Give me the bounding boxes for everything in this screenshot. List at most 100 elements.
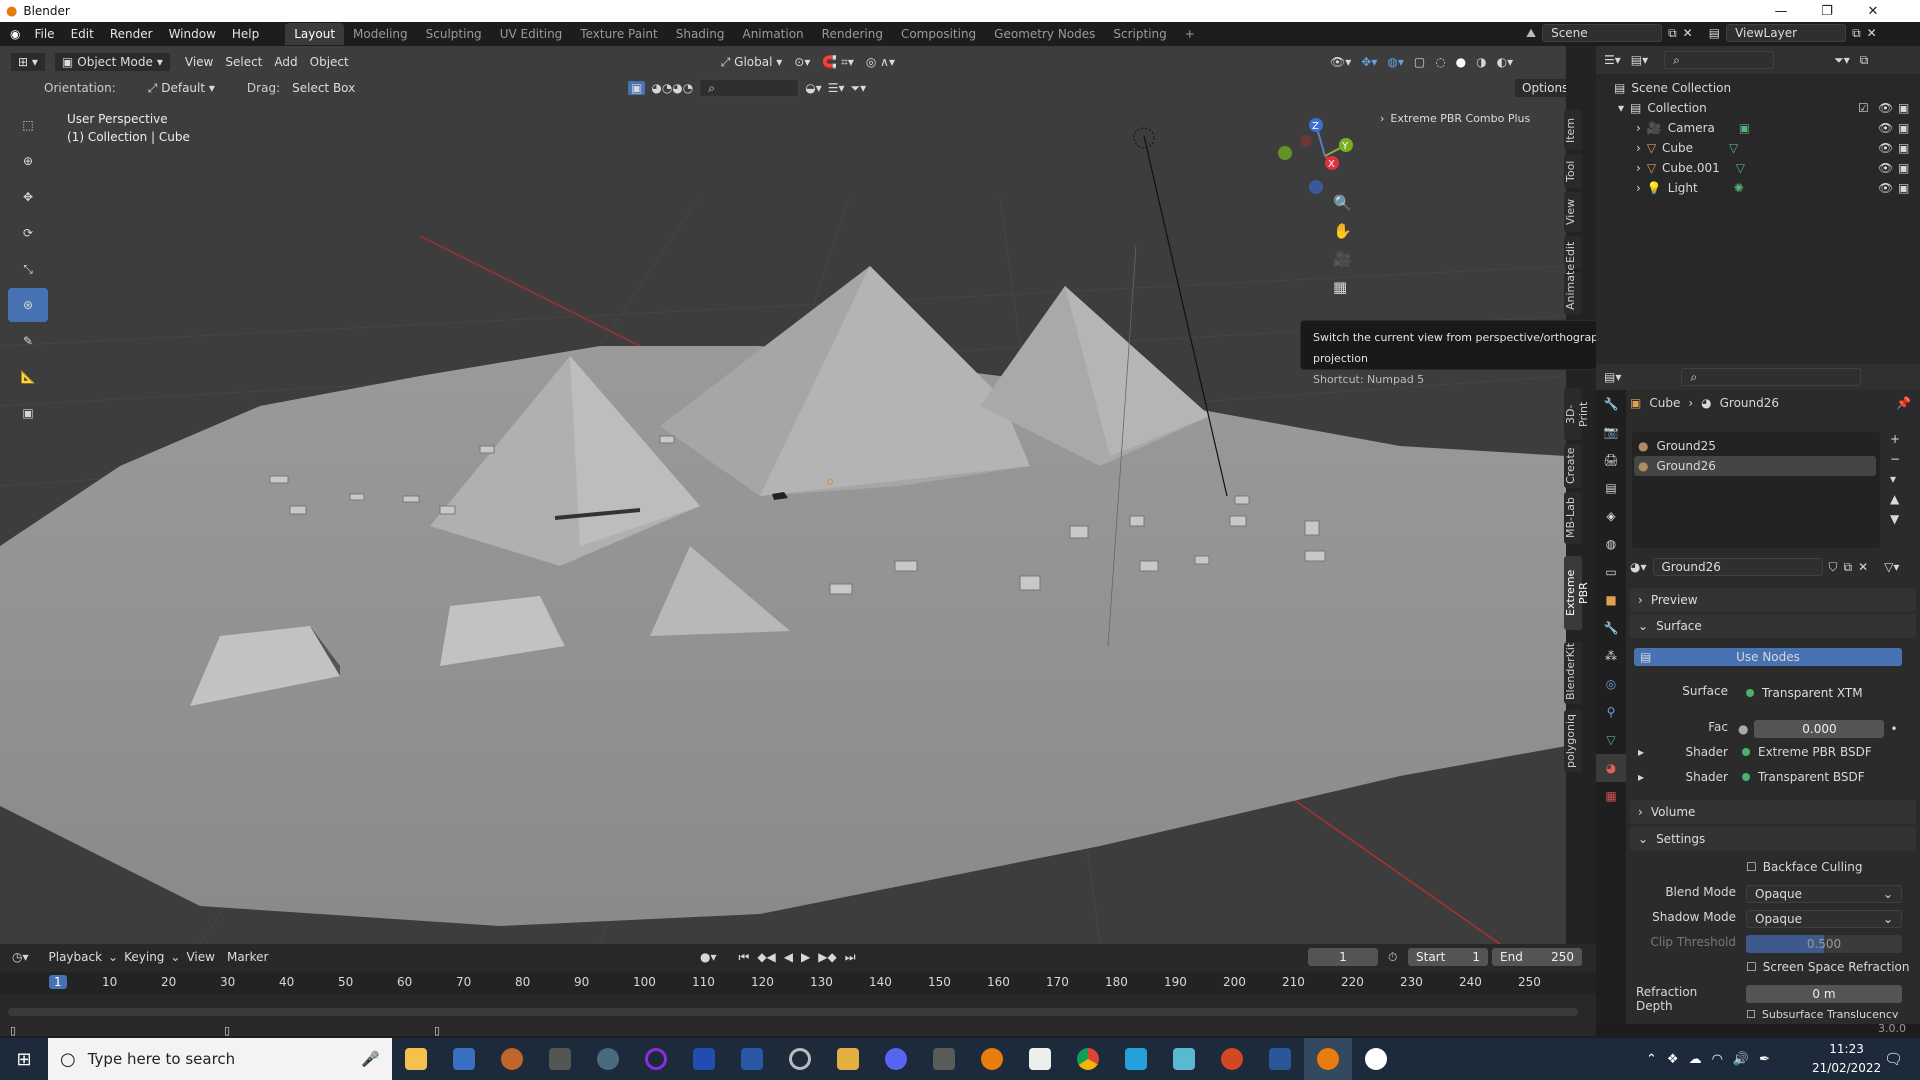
- npanel-addon-header[interactable]: › Extreme PBR Combo Plus: [1380, 108, 1566, 128]
- plane-app-icon[interactable]: [920, 1038, 968, 1080]
- material-shading-icon[interactable]: ◑: [1476, 55, 1486, 69]
- use-nodes-button[interactable]: ▤ Use Nodes: [1634, 648, 1902, 666]
- preview-range-icon[interactable]: ⏱: [1388, 950, 1397, 965]
- tab-layout[interactable]: Layout: [285, 23, 345, 45]
- dropbox-icon[interactable]: ❖: [1667, 1052, 1679, 1067]
- 3d-viewport[interactable]: ⊞ ▾ ▣ Object Mode ▾ View Select Add Obje…: [0, 46, 1566, 944]
- side-tab-tool[interactable]: Tool: [1564, 154, 1582, 188]
- xray-icon[interactable]: ▢: [1414, 55, 1425, 69]
- davinci-app-icon[interactable]: [584, 1038, 632, 1080]
- expand-arrow-icon[interactable]: ›: [1636, 181, 1641, 195]
- microphone-icon[interactable]: 🎤: [361, 1050, 380, 1068]
- menu-edit[interactable]: Edit: [63, 27, 102, 41]
- taskbar-clock[interactable]: 11:23 21/02/2022: [1812, 1040, 1881, 1078]
- start-frame-field[interactable]: Start 1: [1408, 948, 1488, 966]
- material-slot-ground25[interactable]: ● Ground25: [1638, 436, 1716, 456]
- backface-culling-checkbox[interactable]: ☐ Backface Culling: [1746, 860, 1862, 874]
- expand-arrow-icon[interactable]: ›: [1636, 121, 1641, 135]
- notifications-icon[interactable]: 🗨: [1884, 1050, 1903, 1068]
- transform-orientation-selector[interactable]: ⤢ Global ▾: [715, 55, 789, 70]
- subsurface-translucency-checkbox[interactable]: ☐ Subsurface Translucency: [1746, 1008, 1898, 1018]
- unlink-material-icon[interactable]: ✕: [1858, 560, 1868, 574]
- add-slot-button[interactable]: +: [1890, 432, 1900, 446]
- side-tab-3d-print[interactable]: 3D-Print: [1564, 388, 1590, 440]
- modifier-properties-icon[interactable]: 🔧: [1596, 614, 1626, 642]
- word-icon[interactable]: [1256, 1038, 1304, 1080]
- unity-app-icon[interactable]: [1016, 1038, 1064, 1080]
- side-tab-view[interactable]: View: [1564, 192, 1582, 232]
- discord-icon[interactable]: [872, 1038, 920, 1080]
- powerpoint-icon[interactable]: [1208, 1038, 1256, 1080]
- orientation-selector[interactable]: ⤢ Default ▾: [142, 81, 221, 96]
- menu-file[interactable]: File: [26, 27, 62, 41]
- tab-modeling[interactable]: Modeling: [344, 23, 417, 45]
- render-camera-icon[interactable]: ▣: [1898, 161, 1909, 175]
- material-browse-icon[interactable]: ◕▾: [1630, 560, 1647, 574]
- record-icon[interactable]: ●▾: [700, 950, 717, 964]
- wifi-icon[interactable]: ◠: [1712, 1052, 1723, 1067]
- tab-sculpting[interactable]: Sculpting: [417, 23, 491, 45]
- render-camera-icon[interactable]: ▣: [1898, 181, 1909, 195]
- tab-geometry-nodes[interactable]: Geometry Nodes: [985, 23, 1104, 45]
- blender-app-icon-1[interactable]: [488, 1038, 536, 1080]
- move-tool-icon[interactable]: ✥: [8, 180, 48, 214]
- render-preview-icon[interactable]: ◕◔◕◔: [651, 81, 693, 95]
- photos-app-icon[interactable]: [1112, 1038, 1160, 1080]
- pin-icon[interactable]: 📌: [1896, 396, 1911, 410]
- current-frame-field[interactable]: 1: [1308, 948, 1378, 966]
- select-mode-icon[interactable]: ▣: [628, 81, 646, 95]
- cursor-tool-icon[interactable]: ⊕: [8, 144, 48, 178]
- zoom-icon[interactable]: 🔍: [1333, 194, 1352, 212]
- visibility-eye-icon[interactable]: 👁: [1878, 181, 1893, 195]
- play-reverse-icon[interactable]: ◀: [784, 950, 793, 964]
- layer-icon[interactable]: ◒▾: [805, 81, 822, 95]
- menu-window[interactable]: Window: [161, 27, 224, 41]
- particles-properties-icon[interactable]: ⁂: [1596, 642, 1626, 670]
- minimize-button[interactable]: —: [1758, 0, 1804, 22]
- display-mode-icon[interactable]: ▤▾: [1631, 53, 1648, 67]
- frame-ruler[interactable]: 1 10 20 30 40 50 60 70 80 90 100 110 120 130 140 150 160…: [0, 972, 1596, 994]
- tab-texture-paint[interactable]: Texture Paint: [571, 23, 666, 45]
- outliner-item-camera[interactable]: › 🎥 Camera ▣ 👁 ▣: [1596, 118, 1920, 138]
- blender-logo-icon[interactable]: ◉: [10, 27, 20, 41]
- exclude-checkbox[interactable]: ☑: [1858, 101, 1869, 115]
- onedrive-icon[interactable]: ☁: [1689, 1052, 1702, 1067]
- add-cube-tool-icon[interactable]: ▣: [8, 396, 48, 430]
- rendered-shading-icon[interactable]: ◐▾: [1497, 55, 1514, 69]
- windows-start-icon[interactable]: ⊞: [0, 1038, 48, 1080]
- scene-icon[interactable]: ⛰: [1526, 26, 1536, 41]
- side-tab-blenderkit[interactable]: BlenderKit: [1564, 642, 1582, 704]
- side-tab-mb-lab[interactable]: MB-Lab: [1564, 492, 1582, 544]
- menu-view[interactable]: View: [180, 950, 220, 964]
- clip-threshold-slider[interactable]: 0.500: [1746, 935, 1902, 953]
- move-up-icon[interactable]: ▲: [1890, 492, 1900, 506]
- render-camera-icon[interactable]: ▣: [1898, 121, 1909, 135]
- taskbar-search-box[interactable]: ○ Type here to search 🎤: [48, 1038, 392, 1080]
- chrome-icon[interactable]: [1064, 1038, 1112, 1080]
- measure-tool-icon[interactable]: 📐: [8, 360, 48, 394]
- material-name-field[interactable]: Ground26: [1652, 558, 1823, 576]
- file-explorer-icon[interactable]: [392, 1038, 440, 1080]
- scene-properties-icon[interactable]: ◈: [1596, 502, 1626, 530]
- cube-app-icon[interactable]: [1160, 1038, 1208, 1080]
- editor-type-button[interactable]: ⊞ ▾: [10, 52, 46, 72]
- transform-tool-icon[interactable]: ⊛: [8, 288, 48, 322]
- remove-slot-button[interactable]: −: [1890, 452, 1900, 466]
- settings-wheel-icon[interactable]: [776, 1038, 824, 1080]
- new-collection-icon[interactable]: ⧉: [1860, 53, 1869, 68]
- outliner-filter-icon[interactable]: ⏷▾: [1834, 53, 1850, 68]
- tool-search-input[interactable]: ⌕: [699, 79, 800, 97]
- link-type-icon[interactable]: ▽▾: [1884, 560, 1899, 574]
- expand-arrow-icon[interactable]: ›: [1636, 141, 1641, 155]
- properties-editor-icon[interactable]: ▤▾: [1604, 370, 1621, 384]
- constraints-properties-icon[interactable]: ⚲: [1596, 698, 1626, 726]
- visibility-eye-icon[interactable]: 👁: [1878, 141, 1893, 155]
- output-properties-icon[interactable]: 🖨: [1596, 446, 1626, 474]
- tab-rendering[interactable]: Rendering: [813, 23, 892, 45]
- notes-app-icon[interactable]: [440, 1038, 488, 1080]
- view-layer-selector[interactable]: ViewLayer: [1726, 24, 1847, 42]
- refraction-depth-field[interactable]: 0 m: [1746, 985, 1902, 1003]
- tab-compositing[interactable]: Compositing: [892, 23, 985, 45]
- expand-shader2-icon[interactable]: ▸: [1638, 770, 1644, 784]
- menu-add[interactable]: Add: [268, 55, 303, 69]
